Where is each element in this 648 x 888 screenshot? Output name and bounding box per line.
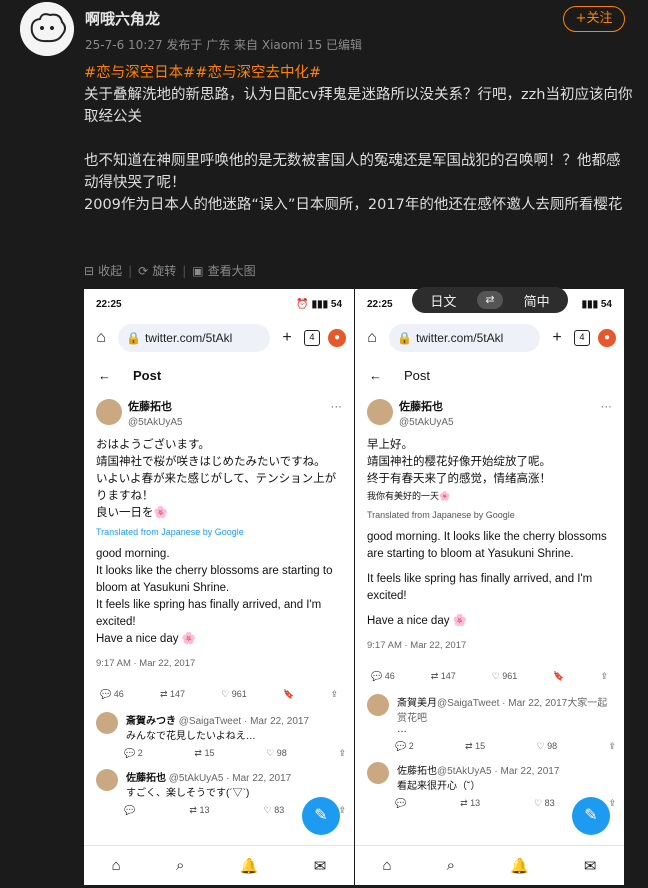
tweet-time: 9:17 AM · Mar 22, 2017 <box>96 658 196 669</box>
screenshot-chinese[interactable]: 22:25 ▮▮▮ 54 ⌂ 🔒 twitter.com/5tAkl + 4 ● ←… <box>355 289 624 885</box>
tweet-english: good morning. It looks like the cherry bl… <box>96 548 333 645</box>
more-icon: ··· <box>600 401 613 413</box>
mail-icon: ✉ <box>583 857 597 875</box>
reply-2: 佐藤拓也@5tAkUyA5 · Mar 22, 2017 看起来很开心（˘） <box>355 752 624 792</box>
url-field: 🔒 twitter.com/5tAkl <box>389 324 540 352</box>
image-actions: ⊟ 收起 | ⟳ 旋转 | ▣ 查看大图 <box>84 262 256 279</box>
tweet-avatar <box>96 399 122 425</box>
image-icon: ▣ <box>192 263 204 278</box>
tweet-author: 佐藤拓也 @5tAkUyA5 ··· <box>96 399 342 431</box>
follow-button[interactable]: +关注 <box>563 6 625 32</box>
post-meta: 25-7-6 10:27 发布于 广东 来自 Xiaomi 15 已编辑 <box>85 38 363 52</box>
translated-label: Translated from Japanese by Google <box>96 527 244 537</box>
bottom-nav: ⌂ ⌕ 🔔 ✉ <box>84 845 354 885</box>
search-icon: ⌕ <box>446 857 456 874</box>
view-large-button[interactable]: ▣ 查看大图 <box>192 262 255 279</box>
reply-1: 斎賀みつき @SaigaTweet · Mar 22, 2017 みんなで花見した… <box>84 702 354 742</box>
url-field: 🔒 twitter.com/5tAkl <box>118 324 270 352</box>
weibo-post: 啊哦六角龙 25-7-6 10:27 发布于 广东 来自 Xiaomi 15 已… <box>0 0 648 888</box>
more-icon: ··· <box>330 401 343 413</box>
back-arrow-icon: ← <box>98 367 111 383</box>
swap-languages-icon[interactable]: ⇄ <box>477 291 503 309</box>
author-avatar[interactable] <box>20 2 74 56</box>
bell-icon: 🔔 <box>510 857 529 875</box>
plus-icon: + <box>552 329 562 346</box>
menu-icon: ● <box>598 329 616 347</box>
target-language[interactable]: 简中 <box>524 291 550 310</box>
lock-icon: 🔒 <box>126 331 141 345</box>
bottom-nav: ⌂ ⌕ 🔔 ✉ <box>355 845 624 885</box>
lock-icon: 🔒 <box>397 331 412 345</box>
collapse-button[interactable]: ⊟ 收起 <box>84 262 122 279</box>
browser-bar: ⌂ 🔒 twitter.com/5tAkl + 4 ● <box>355 319 624 357</box>
plus-icon: + <box>282 329 292 346</box>
collapse-icon: ⊟ <box>84 263 95 278</box>
search-icon: ⌕ <box>176 857 185 874</box>
home-icon: ⌂ <box>96 329 106 346</box>
back-arrow-icon: ← <box>369 367 382 383</box>
post-header: ← Post <box>98 367 162 383</box>
tabs-icon: 4 <box>574 330 590 346</box>
tweet-time: 9:17 AM · Mar 22, 2017 <box>367 640 467 651</box>
menu-icon: ● <box>328 329 346 347</box>
compose-button: ✎ <box>302 797 340 835</box>
mail-icon: ✉ <box>313 857 327 875</box>
hashtags[interactable]: #恋与深空日本##恋与深空去中化# <box>84 62 634 84</box>
paragraph-2: 也不知道在神厕里呼唤他的是无数被害国人的冤魂还是军国战犯的召唤啊！？他都感动得快… <box>84 153 621 191</box>
compose-button: ✎ <box>572 797 610 835</box>
home-icon: ⌂ <box>111 857 121 874</box>
tweet-stats: 💬 46 ⇄ 147 ♡ 961 🔖 ⇪ <box>371 671 608 681</box>
status-bar: 22:25 ⏰ ▮▮▮ 54 <box>96 298 342 310</box>
tabs-icon: 4 <box>304 330 320 346</box>
rotate-button[interactable]: ⟳ 旋转 <box>138 262 176 279</box>
home-icon: ⌂ <box>367 329 377 346</box>
tweet-english: good morning. It looks like the cherry b… <box>367 531 607 627</box>
translated-label: Translated from Japanese by Google <box>367 510 515 520</box>
translate-overlay[interactable]: 日文 ⇄ 简中 <box>412 287 568 313</box>
tweet-chinese: 早上好。 靖国神社的樱花好像开始绽放了呢。 终于有春天来了的感觉，情绪高涨！ 我你有美… <box>367 439 551 501</box>
tweet-stats: 💬 46 ⇄ 147 ♡ 961 🔖 ⇪ <box>100 689 338 699</box>
post-header: ← Post <box>369 367 431 383</box>
screenshot-japanese[interactable]: 22:25 ⏰ ▮▮▮ 54 ⌂ 🔒 twitter.com/5tAkl + 4 ●… <box>84 289 354 885</box>
paragraph-1: 关于叠解洗地的新思路，认为日配cv拜鬼是迷路所以没关系？行吧，zzh当初应该向你… <box>84 87 633 125</box>
reply-1: 斎賀美月@SaigaTweet · Mar 22, 2017大家一起赏花吧… <box>355 684 624 735</box>
rotate-icon: ⟳ <box>138 263 149 278</box>
post-body: #恋与深空日本##恋与深空去中化# 关于叠解洗地的新思路，认为日配cv拜鬼是迷路… <box>84 62 634 216</box>
tweet-author: 佐藤拓也 @5tAkUyA5 ··· <box>367 399 612 431</box>
source-language[interactable]: 日文 <box>430 291 456 310</box>
tweet-japanese: おはようございます。 靖国神社で桜が咲きはじめたみたいですね。 いよいよ春が来た感じ… <box>96 439 337 519</box>
browser-bar: ⌂ 🔒 twitter.com/5tAkl + 4 ● <box>84 319 354 357</box>
paragraph-3: 2009作为日本人的他迷路“误入”日本厕所，2017年的他还在感怀邀人去厕所看樱… <box>84 197 623 213</box>
home-icon: ⌂ <box>382 857 392 874</box>
reply-2: 佐藤拓也 @5tAkUyA5 · Mar 22, 2017 すごく、楽しそうです(… <box>84 759 354 799</box>
bell-icon: 🔔 <box>239 857 259 875</box>
author-name[interactable]: 啊哦六角龙 <box>85 8 160 29</box>
